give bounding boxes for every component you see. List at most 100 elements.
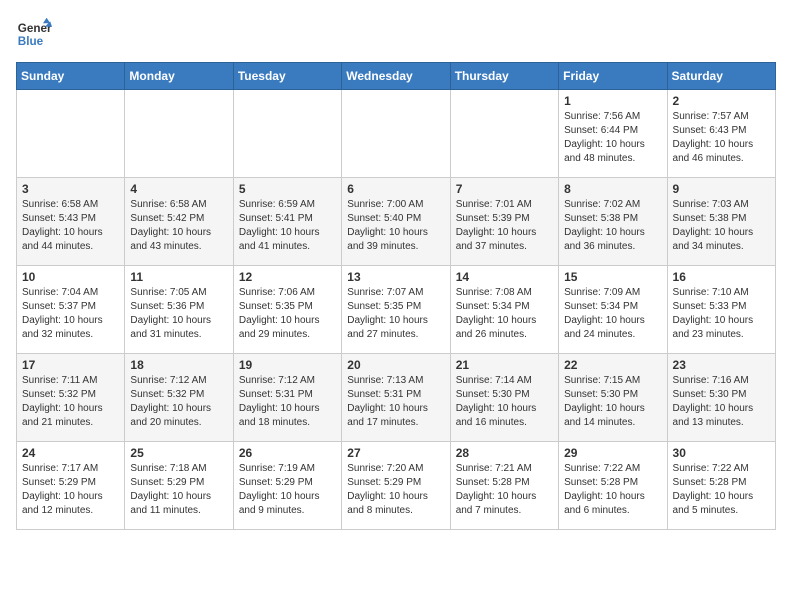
day-number: 20 <box>347 358 444 372</box>
calendar-cell: 29 Sunrise: 7:22 AMSunset: 5:28 PMDayligh… <box>559 442 667 530</box>
day-info: Sunrise: 7:11 AMSunset: 5:32 PMDaylight:… <box>22 374 119 430</box>
weekday-thursday: Thursday <box>450 63 558 90</box>
calendar-cell: 10Sunrise: 7:04 AMSunset: 5:37 PMDayligh… <box>17 266 125 354</box>
calendar-cell: 3 Sunrise: 6:58 AMSunset: 5:43 PMDaylight… <box>17 178 125 266</box>
weekday-wednesday: Wednesday <box>342 63 450 90</box>
calendar-cell: 4 Sunrise: 6:58 AMSunset: 5:42 PMDaylight… <box>125 178 233 266</box>
day-number: 17 <box>22 358 119 372</box>
day-number: 16 <box>673 270 770 284</box>
day-number: 14 <box>456 270 553 284</box>
calendar-cell: 15 Sunrise: 7:09 AMSunset: 5:34 PMDayligh… <box>559 266 667 354</box>
day-info: Sunrise: 7:17 AMSunset: 5:29 PMDaylight:… <box>22 462 119 518</box>
day-info: Sunrise: 7:02 AMSunset: 5:38 PMDaylight:… <box>564 198 661 254</box>
calendar-cell: 18 Sunrise: 7:12 AMSunset: 5:32 PMDayligh… <box>125 354 233 442</box>
weekday-sunday: Sunday <box>17 63 125 90</box>
day-info: Sunrise: 7:19 AMSunset: 5:29 PMDaylight:… <box>239 462 336 518</box>
logo: General Blue <box>16 16 52 52</box>
weekday-header-row: SundayMondayTuesdayWednesdayThursdayFrid… <box>17 63 776 90</box>
logo-icon: General Blue <box>16 16 52 52</box>
day-info: Sunrise: 6:58 AMSunset: 5:43 PMDaylight:… <box>22 198 119 254</box>
calendar-cell: 24 Sunrise: 7:17 AMSunset: 5:29 PMDayligh… <box>17 442 125 530</box>
day-info: Sunrise: 7:18 AMSunset: 5:29 PMDaylight:… <box>130 462 227 518</box>
day-number: 6 <box>347 182 444 196</box>
day-number: 13 <box>347 270 444 284</box>
day-info: Sunrise: 7:09 AMSunset: 5:34 PMDaylight:… <box>564 286 661 342</box>
calendar-table: SundayMondayTuesdayWednesdayThursdayFrid… <box>16 62 776 530</box>
calendar-cell: 5Sunrise: 6:59 AMSunset: 5:41 PMDaylight… <box>233 178 341 266</box>
calendar-cell: 17 Sunrise: 7:11 AMSunset: 5:32 PMDayligh… <box>17 354 125 442</box>
day-number: 22 <box>564 358 661 372</box>
day-info: Sunrise: 7:04 AMSunset: 5:37 PMDaylight:… <box>22 286 119 342</box>
day-number: 27 <box>347 446 444 460</box>
day-number: 12 <box>239 270 336 284</box>
weekday-friday: Friday <box>559 63 667 90</box>
day-number: 19 <box>239 358 336 372</box>
page-header: General Blue <box>16 16 776 52</box>
day-number: 11 <box>130 270 227 284</box>
day-info: Sunrise: 7:05 AMSunset: 5:36 PMDaylight:… <box>130 286 227 342</box>
day-number: 30 <box>673 446 770 460</box>
calendar-cell: 27 Sunrise: 7:20 AMSunset: 5:29 PMDayligh… <box>342 442 450 530</box>
day-info: Sunrise: 7:20 AMSunset: 5:29 PMDaylight:… <box>347 462 444 518</box>
day-number: 1 <box>564 94 661 108</box>
day-number: 29 <box>564 446 661 460</box>
calendar-cell: 13 Sunrise: 7:07 AMSunset: 5:35 PMDayligh… <box>342 266 450 354</box>
calendar-cell <box>342 90 450 178</box>
day-info: Sunrise: 7:13 AMSunset: 5:31 PMDaylight:… <box>347 374 444 430</box>
calendar-cell <box>125 90 233 178</box>
day-info: Sunrise: 6:59 AMSunset: 5:41 PMDaylight:… <box>239 198 336 254</box>
calendar-cell: 21 Sunrise: 7:14 AMSunset: 5:30 PMDayligh… <box>450 354 558 442</box>
day-info: Sunrise: 7:22 AMSunset: 5:28 PMDaylight:… <box>564 462 661 518</box>
day-number: 7 <box>456 182 553 196</box>
calendar-cell: 8 Sunrise: 7:02 AMSunset: 5:38 PMDaylight… <box>559 178 667 266</box>
day-number: 25 <box>130 446 227 460</box>
day-info: Sunrise: 7:01 AMSunset: 5:39 PMDaylight:… <box>456 198 553 254</box>
day-info: Sunrise: 7:21 AMSunset: 5:28 PMDaylight:… <box>456 462 553 518</box>
week-row-2: 3 Sunrise: 6:58 AMSunset: 5:43 PMDaylight… <box>17 178 776 266</box>
day-number: 3 <box>22 182 119 196</box>
calendar-cell: 16 Sunrise: 7:10 AMSunset: 5:33 PMDayligh… <box>667 266 775 354</box>
calendar-cell <box>450 90 558 178</box>
day-number: 18 <box>130 358 227 372</box>
day-info: Sunrise: 7:10 AMSunset: 5:33 PMDaylight:… <box>673 286 770 342</box>
day-info: Sunrise: 7:08 AMSunset: 5:34 PMDaylight:… <box>456 286 553 342</box>
week-row-3: 10Sunrise: 7:04 AMSunset: 5:37 PMDayligh… <box>17 266 776 354</box>
day-info: Sunrise: 7:00 AMSunset: 5:40 PMDaylight:… <box>347 198 444 254</box>
day-number: 24 <box>22 446 119 460</box>
calendar-cell: 9Sunrise: 7:03 AMSunset: 5:38 PMDaylight… <box>667 178 775 266</box>
calendar-cell <box>17 90 125 178</box>
weekday-tuesday: Tuesday <box>233 63 341 90</box>
calendar-cell <box>233 90 341 178</box>
day-info: Sunrise: 7:16 AMSunset: 5:30 PMDaylight:… <box>673 374 770 430</box>
day-number: 8 <box>564 182 661 196</box>
day-number: 4 <box>130 182 227 196</box>
day-info: Sunrise: 7:06 AMSunset: 5:35 PMDaylight:… <box>239 286 336 342</box>
calendar-cell: 11 Sunrise: 7:05 AMSunset: 5:36 PMDayligh… <box>125 266 233 354</box>
week-row-4: 17 Sunrise: 7:11 AMSunset: 5:32 PMDayligh… <box>17 354 776 442</box>
calendar-cell: 22Sunrise: 7:15 AMSunset: 5:30 PMDayligh… <box>559 354 667 442</box>
calendar-cell: 6 Sunrise: 7:00 AMSunset: 5:40 PMDaylight… <box>342 178 450 266</box>
calendar-cell: 26 Sunrise: 7:19 AMSunset: 5:29 PMDayligh… <box>233 442 341 530</box>
day-number: 21 <box>456 358 553 372</box>
day-info: Sunrise: 7:14 AMSunset: 5:30 PMDaylight:… <box>456 374 553 430</box>
calendar-cell: 1Sunrise: 7:56 AMSunset: 6:44 PMDaylight… <box>559 90 667 178</box>
weekday-monday: Monday <box>125 63 233 90</box>
day-info: Sunrise: 7:57 AMSunset: 6:43 PMDaylight:… <box>673 110 770 166</box>
day-number: 26 <box>239 446 336 460</box>
day-info: Sunrise: 7:07 AMSunset: 5:35 PMDaylight:… <box>347 286 444 342</box>
calendar-cell: 25 Sunrise: 7:18 AMSunset: 5:29 PMDayligh… <box>125 442 233 530</box>
day-number: 23 <box>673 358 770 372</box>
svg-text:Blue: Blue <box>18 35 44 48</box>
calendar-cell: 23 Sunrise: 7:16 AMSunset: 5:30 PMDayligh… <box>667 354 775 442</box>
day-number: 15 <box>564 270 661 284</box>
day-info: Sunrise: 7:12 AMSunset: 5:32 PMDaylight:… <box>130 374 227 430</box>
day-info: Sunrise: 7:22 AMSunset: 5:28 PMDaylight:… <box>673 462 770 518</box>
calendar-cell: 2Sunrise: 7:57 AMSunset: 6:43 PMDaylight… <box>667 90 775 178</box>
svg-text:General: General <box>18 22 52 35</box>
weekday-saturday: Saturday <box>667 63 775 90</box>
day-number: 28 <box>456 446 553 460</box>
day-info: Sunrise: 7:12 AMSunset: 5:31 PMDaylight:… <box>239 374 336 430</box>
calendar-cell: 28 Sunrise: 7:21 AMSunset: 5:28 PMDayligh… <box>450 442 558 530</box>
day-info: Sunrise: 6:58 AMSunset: 5:42 PMDaylight:… <box>130 198 227 254</box>
week-row-5: 24 Sunrise: 7:17 AMSunset: 5:29 PMDayligh… <box>17 442 776 530</box>
